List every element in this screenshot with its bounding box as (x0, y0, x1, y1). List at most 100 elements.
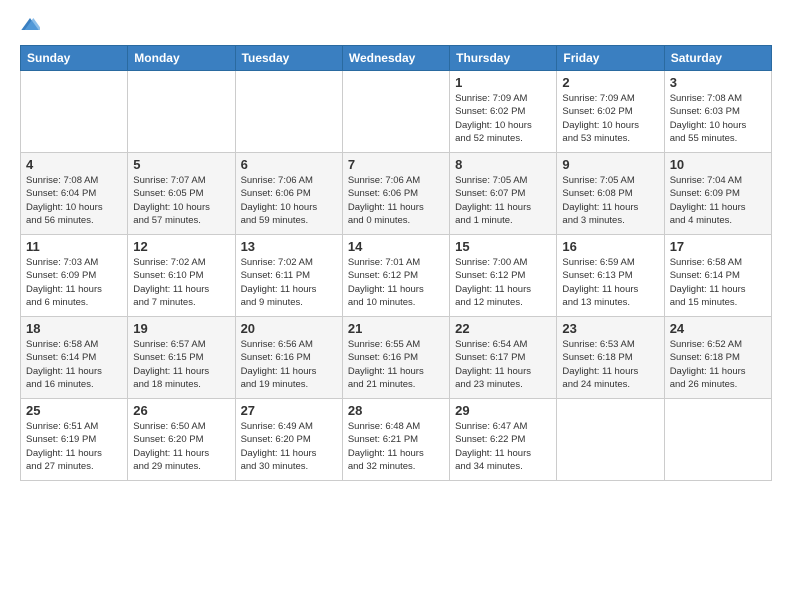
calendar-cell: 11Sunrise: 7:03 AM Sunset: 6:09 PM Dayli… (21, 235, 128, 317)
calendar-cell: 29Sunrise: 6:47 AM Sunset: 6:22 PM Dayli… (450, 399, 557, 481)
cell-day-number: 13 (241, 239, 337, 254)
calendar-cell (21, 71, 128, 153)
calendar-header-tuesday: Tuesday (235, 46, 342, 71)
cell-info: Sunrise: 7:06 AM Sunset: 6:06 PM Dayligh… (241, 174, 337, 227)
calendar-cell: 7 Sunrise: 7:06 AM Sunset: 6:06 PM Daylig… (342, 153, 449, 235)
calendar-cell: 25 Sunrise: 6:51 AM Sunset: 6:19 PM Dayli… (21, 399, 128, 481)
cell-day-number: 14 (348, 239, 444, 254)
calendar-cell: 3 Sunrise: 7:08 AM Sunset: 6:03 PM Daylig… (664, 71, 771, 153)
cell-info: Sunrise: 7:07 AM Sunset: 6:05 PM Dayligh… (133, 174, 229, 227)
calendar-row-1: 4 Sunrise: 7:08 AM Sunset: 6:04 PM Daylig… (21, 153, 772, 235)
cell-info: Sunrise: 6:50 AM Sunset: 6:20 PM Dayligh… (133, 420, 229, 473)
cell-info: Sunrise: 6:53 AM Sunset: 6:18 PM Dayligh… (562, 338, 658, 391)
calendar-cell: 1 Sunrise: 7:09 AM Sunset: 6:02 PM Daylig… (450, 71, 557, 153)
calendar-cell: 10Sunrise: 7:04 AM Sunset: 6:09 PM Dayli… (664, 153, 771, 235)
calendar-table: SundayMondayTuesdayWednesdayThursdayFrid… (20, 45, 772, 481)
calendar-row-2: 11Sunrise: 7:03 AM Sunset: 6:09 PM Dayli… (21, 235, 772, 317)
cell-info: Sunrise: 6:56 AM Sunset: 6:16 PM Dayligh… (241, 338, 337, 391)
calendar-cell: 9 Sunrise: 7:05 AM Sunset: 6:08 PM Daylig… (557, 153, 664, 235)
calendar-cell: 8 Sunrise: 7:05 AM Sunset: 6:07 PM Daylig… (450, 153, 557, 235)
cell-day-number: 25 (26, 403, 122, 418)
calendar-row-3: 18 Sunrise: 6:58 AM Sunset: 6:14 PM Dayli… (21, 317, 772, 399)
cell-day-number: 19 (133, 321, 229, 336)
cell-info: Sunrise: 6:54 AM Sunset: 6:17 PM Dayligh… (455, 338, 551, 391)
calendar-cell: 21Sunrise: 6:55 AM Sunset: 6:16 PM Dayli… (342, 317, 449, 399)
cell-day-number: 20 (241, 321, 337, 336)
calendar-cell (128, 71, 235, 153)
cell-day-number: 1 (455, 75, 551, 90)
calendar-cell (557, 399, 664, 481)
calendar-cell (342, 71, 449, 153)
calendar-cell: 6 Sunrise: 7:06 AM Sunset: 6:06 PM Daylig… (235, 153, 342, 235)
cell-info: Sunrise: 6:58 AM Sunset: 6:14 PM Dayligh… (26, 338, 122, 391)
calendar-cell: 27Sunrise: 6:49 AM Sunset: 6:20 PM Dayli… (235, 399, 342, 481)
calendar-cell: 12Sunrise: 7:02 AM Sunset: 6:10 PM Dayli… (128, 235, 235, 317)
cell-info: Sunrise: 7:00 AM Sunset: 6:12 PM Dayligh… (455, 256, 551, 309)
calendar-header-friday: Friday (557, 46, 664, 71)
logo-icon (20, 15, 40, 35)
cell-day-number: 23 (562, 321, 658, 336)
cell-info: Sunrise: 7:09 AM Sunset: 6:02 PM Dayligh… (455, 92, 551, 145)
calendar-row-0: 1 Sunrise: 7:09 AM Sunset: 6:02 PM Daylig… (21, 71, 772, 153)
calendar-header-wednesday: Wednesday (342, 46, 449, 71)
cell-day-number: 15 (455, 239, 551, 254)
cell-info: Sunrise: 6:58 AM Sunset: 6:14 PM Dayligh… (670, 256, 766, 309)
cell-day-number: 24 (670, 321, 766, 336)
cell-info: Sunrise: 7:05 AM Sunset: 6:08 PM Dayligh… (562, 174, 658, 227)
cell-info: Sunrise: 6:51 AM Sunset: 6:19 PM Dayligh… (26, 420, 122, 473)
calendar-header-monday: Monday (128, 46, 235, 71)
calendar-cell: 13Sunrise: 7:02 AM Sunset: 6:11 PM Dayli… (235, 235, 342, 317)
calendar-header-saturday: Saturday (664, 46, 771, 71)
cell-day-number: 6 (241, 157, 337, 172)
calendar-cell: 5 Sunrise: 7:07 AM Sunset: 6:05 PM Daylig… (128, 153, 235, 235)
cell-day-number: 17 (670, 239, 766, 254)
cell-day-number: 7 (348, 157, 444, 172)
calendar-cell (235, 71, 342, 153)
cell-day-number: 16 (562, 239, 658, 254)
calendar-body: 1 Sunrise: 7:09 AM Sunset: 6:02 PM Daylig… (21, 71, 772, 481)
cell-day-number: 26 (133, 403, 229, 418)
calendar-cell: 26 Sunrise: 6:50 AM Sunset: 6:20 PM Dayli… (128, 399, 235, 481)
cell-info: Sunrise: 7:08 AM Sunset: 6:04 PM Dayligh… (26, 174, 122, 227)
cell-day-number: 8 (455, 157, 551, 172)
page: SundayMondayTuesdayWednesdayThursdayFrid… (0, 0, 792, 612)
calendar-cell: 18 Sunrise: 6:58 AM Sunset: 6:14 PM Dayli… (21, 317, 128, 399)
calendar-header-sunday: Sunday (21, 46, 128, 71)
cell-info: Sunrise: 6:47 AM Sunset: 6:22 PM Dayligh… (455, 420, 551, 473)
cell-info: Sunrise: 7:03 AM Sunset: 6:09 PM Dayligh… (26, 256, 122, 309)
calendar-cell: 22 Sunrise: 6:54 AM Sunset: 6:17 PM Dayli… (450, 317, 557, 399)
calendar-cell: 23 Sunrise: 6:53 AM Sunset: 6:18 PM Dayli… (557, 317, 664, 399)
calendar-header-thursday: Thursday (450, 46, 557, 71)
calendar-cell: 17 Sunrise: 6:58 AM Sunset: 6:14 PM Dayli… (664, 235, 771, 317)
cell-day-number: 18 (26, 321, 122, 336)
cell-info: Sunrise: 7:08 AM Sunset: 6:03 PM Dayligh… (670, 92, 766, 145)
calendar-header-row: SundayMondayTuesdayWednesdayThursdayFrid… (21, 46, 772, 71)
cell-day-number: 12 (133, 239, 229, 254)
cell-day-number: 22 (455, 321, 551, 336)
cell-day-number: 5 (133, 157, 229, 172)
calendar-cell (664, 399, 771, 481)
calendar-row-4: 25 Sunrise: 6:51 AM Sunset: 6:19 PM Dayli… (21, 399, 772, 481)
header (20, 15, 772, 35)
cell-info: Sunrise: 6:57 AM Sunset: 6:15 PM Dayligh… (133, 338, 229, 391)
logo (20, 15, 44, 35)
calendar-cell: 20 Sunrise: 6:56 AM Sunset: 6:16 PM Dayli… (235, 317, 342, 399)
calendar-cell: 16 Sunrise: 6:59 AM Sunset: 6:13 PM Dayli… (557, 235, 664, 317)
calendar-cell: 4 Sunrise: 7:08 AM Sunset: 6:04 PM Daylig… (21, 153, 128, 235)
cell-info: Sunrise: 6:48 AM Sunset: 6:21 PM Dayligh… (348, 420, 444, 473)
cell-day-number: 21 (348, 321, 444, 336)
calendar-cell: 14Sunrise: 7:01 AM Sunset: 6:12 PM Dayli… (342, 235, 449, 317)
calendar-cell: 15 Sunrise: 7:00 AM Sunset: 6:12 PM Dayli… (450, 235, 557, 317)
cell-day-number: 9 (562, 157, 658, 172)
cell-day-number: 27 (241, 403, 337, 418)
calendar-cell: 28Sunrise: 6:48 AM Sunset: 6:21 PM Dayli… (342, 399, 449, 481)
cell-info: Sunrise: 7:09 AM Sunset: 6:02 PM Dayligh… (562, 92, 658, 145)
cell-info: Sunrise: 6:52 AM Sunset: 6:18 PM Dayligh… (670, 338, 766, 391)
cell-info: Sunrise: 7:05 AM Sunset: 6:07 PM Dayligh… (455, 174, 551, 227)
cell-day-number: 4 (26, 157, 122, 172)
cell-day-number: 3 (670, 75, 766, 90)
cell-info: Sunrise: 6:59 AM Sunset: 6:13 PM Dayligh… (562, 256, 658, 309)
cell-info: Sunrise: 7:06 AM Sunset: 6:06 PM Dayligh… (348, 174, 444, 227)
cell-day-number: 2 (562, 75, 658, 90)
cell-info: Sunrise: 7:04 AM Sunset: 6:09 PM Dayligh… (670, 174, 766, 227)
